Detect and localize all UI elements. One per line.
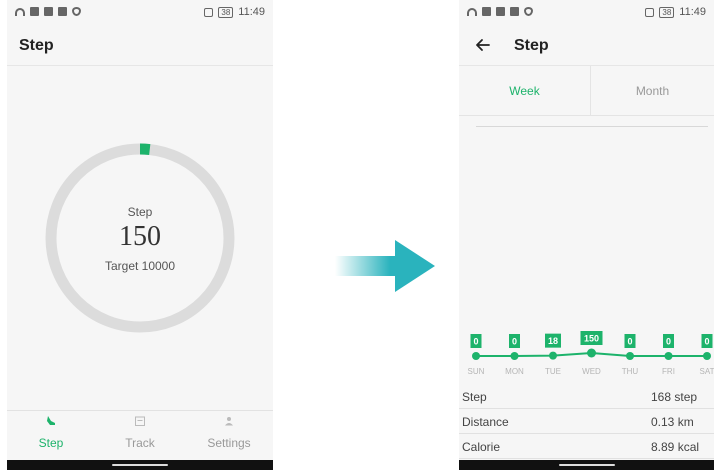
data-label: 0 <box>473 337 478 347</box>
data-point <box>626 352 634 360</box>
data-label: 0 <box>666 337 671 347</box>
bottom-navigation: Step Track Settings <box>7 410 273 460</box>
value-badge: 0 <box>509 334 520 348</box>
tab-week[interactable]: Week <box>459 66 591 116</box>
x-tick-label: FRI <box>662 367 675 376</box>
app-bar: Step <box>459 26 714 66</box>
nav-item-track[interactable]: Track <box>96 411 184 461</box>
data-label: 18 <box>548 336 558 346</box>
data-label: 0 <box>704 337 709 347</box>
value-badge: 18 <box>545 333 561 348</box>
value-badge: 150 <box>580 331 603 345</box>
x-tick-label: TUE <box>545 367 561 376</box>
notification-icon <box>30 7 39 16</box>
value-badge: 0 <box>663 334 674 348</box>
shoe-icon <box>47 416 55 425</box>
home-indicator <box>558 464 615 466</box>
stats-list: Step 168 step Distance 0.13 km Calorie 8… <box>459 384 714 459</box>
stat-value: 168 step <box>651 390 698 404</box>
nav-label-settings: Settings <box>207 436 251 450</box>
shield-icon <box>524 7 533 16</box>
nav-item-settings[interactable]: Settings <box>185 411 273 461</box>
sd-card-icon <box>58 7 67 16</box>
value-badge: 0 <box>470 334 482 348</box>
before-after-comparison: 38 11:49 Step Step 150 Target 10000 Step <box>0 0 714 470</box>
gesture-bar <box>459 460 714 470</box>
data-label: 150 <box>584 334 599 344</box>
data-point <box>703 352 711 360</box>
data-point <box>587 348 596 358</box>
stat-value: 0.13 km <box>651 415 694 429</box>
ring-caption: Step <box>127 205 153 219</box>
nav-item-step[interactable]: Step <box>7 411 95 461</box>
stat-label: Calorie <box>462 440 501 454</box>
data-label: 0 <box>512 337 517 347</box>
notification-icon <box>482 7 491 16</box>
stat-value: 8.89 kcal <box>651 440 700 454</box>
step-home-screen: 38 11:49 Step Step 150 Target 10000 Step <box>7 0 273 470</box>
period-tabs: Week Month <box>459 66 714 116</box>
back-arrow-icon[interactable] <box>472 34 494 56</box>
tab-month[interactable]: Month <box>591 66 714 116</box>
x-tick-label: MON <box>505 367 524 376</box>
app-bar: Step <box>7 26 273 66</box>
status-bar: 38 11:49 <box>7 0 273 26</box>
status-time: 11:49 <box>679 6 706 18</box>
battery-icon: 38 <box>218 6 234 18</box>
vibrate-icon <box>645 7 655 17</box>
page-title: Step <box>514 37 549 54</box>
x-tick-label: THU <box>622 367 639 376</box>
stat-label: Step <box>462 390 487 404</box>
step-progress-ring: Step 150 Target 10000 <box>41 139 239 337</box>
data-point <box>549 351 557 360</box>
calendar-icon <box>135 416 145 426</box>
data-point <box>510 352 519 360</box>
wifi-icon <box>467 7 477 16</box>
gesture-bar <box>7 460 273 470</box>
transition-arrow-icon <box>335 240 435 292</box>
vibrate-icon <box>204 7 214 17</box>
battery-icon: 38 <box>659 6 675 18</box>
page-title: Step <box>19 37 54 54</box>
step-count: 150 <box>119 221 161 252</box>
weekly-step-chart: 0 SUN 0 MON 18 TUE 150 WED 0 THU 0 FRI 0 SAT <box>468 331 714 376</box>
stat-row-step: Step 168 step <box>459 384 714 409</box>
value-badge: 0 <box>701 334 713 348</box>
shield-icon <box>72 7 81 16</box>
x-tick-label: SAT <box>700 367 714 376</box>
status-time: 11:49 <box>238 6 265 18</box>
stat-row-distance: Distance 0.13 km <box>459 409 714 434</box>
x-tick-label: WED <box>582 367 601 376</box>
data-point <box>472 352 480 360</box>
sim-icon <box>496 7 505 16</box>
step-target: Target 10000 <box>104 259 176 273</box>
wifi-icon <box>15 7 25 16</box>
sd-card-icon <box>510 7 519 16</box>
divider <box>476 126 708 127</box>
nav-label-track: Track <box>125 436 155 450</box>
person-icon <box>225 417 233 426</box>
nav-label-step: Step <box>38 436 64 450</box>
sim-icon <box>44 7 53 16</box>
stat-label: Distance <box>462 415 509 429</box>
value-badge: 0 <box>624 334 636 348</box>
x-tick-label: SUN <box>468 367 485 376</box>
status-bar: 38 11:49 <box>459 0 714 26</box>
data-point <box>664 352 673 360</box>
step-history-screen: 38 11:49 Step Week Month 0 SUN 0 MON 18 TUE 15… <box>459 0 714 470</box>
data-label: 0 <box>627 337 632 347</box>
home-indicator <box>112 464 168 466</box>
stat-row-calorie: Calorie 8.89 kcal <box>459 434 714 459</box>
